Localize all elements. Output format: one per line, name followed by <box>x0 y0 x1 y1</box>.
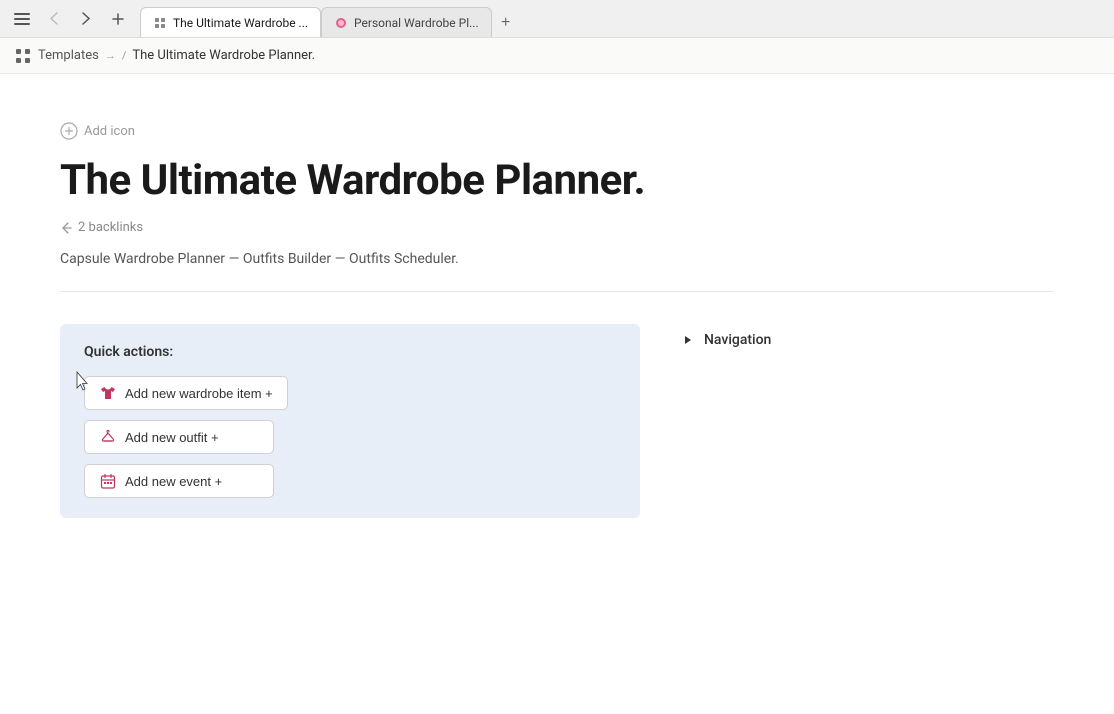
action-buttons: Add new wardrobe item + Add new outfit + <box>84 376 616 498</box>
add-outfit-button[interactable]: Add new outfit + <box>84 420 274 454</box>
add-icon-button-icon <box>60 122 78 140</box>
menu-icon <box>14 12 30 26</box>
new-tab-button[interactable] <box>104 5 132 33</box>
breadcrumb-templates-link[interactable]: Templates <box>38 48 99 63</box>
tab-personal-wardrobe[interactable]: Personal Wardrobe Pl... <box>321 7 492 37</box>
tab2-icon <box>334 16 348 30</box>
browser-chrome: The Ultimate Wardrobe ... Personal Wardr… <box>0 0 1114 38</box>
add-icon-label: Add icon <box>84 124 135 139</box>
quick-actions-title: Quick actions: <box>84 344 616 360</box>
add-wardrobe-item-label: Add new wardrobe item + <box>125 386 273 401</box>
backlinks-count: 2 backlinks <box>78 220 143 235</box>
page-content: Add icon The Ultimate Wardrobe Planner. … <box>0 74 1114 558</box>
backlinks-row[interactable]: 2 backlinks <box>60 220 1054 235</box>
calendar-icon <box>99 473 117 489</box>
breadcrumb-bar: Templates → / The Ultimate Wardrobe Plan… <box>0 38 1114 74</box>
add-icon-row[interactable]: Add icon <box>60 122 1054 140</box>
hanger-icon <box>99 429 117 445</box>
tabs-container: The Ultimate Wardrobe ... Personal Wardr… <box>140 0 1106 37</box>
breadcrumb-arrow: → <box>105 49 116 62</box>
quick-actions-card: Quick actions: Add new wardrobe item + <box>60 324 640 518</box>
page-subtitle: Capsule Wardrobe Planner — Outfits Build… <box>60 251 1054 292</box>
add-event-button[interactable]: Add new event + <box>84 464 274 498</box>
page-title: The Ultimate Wardrobe Planner. <box>60 156 1054 206</box>
tab1-icon <box>153 16 167 30</box>
navigation-toggle-icon <box>680 332 696 348</box>
forward-button[interactable] <box>72 5 100 33</box>
add-wardrobe-item-button[interactable]: Add new wardrobe item + <box>84 376 288 410</box>
navigation-section[interactable]: Navigation <box>680 324 771 348</box>
menu-button[interactable] <box>8 5 36 33</box>
plus-icon <box>112 13 124 25</box>
breadcrumb-current: The Ultimate Wardrobe Planner. <box>132 48 315 63</box>
forward-icon <box>82 12 90 25</box>
add-event-label: Add new event + <box>125 474 222 489</box>
tab1-title: The Ultimate Wardrobe ... <box>173 16 308 30</box>
navigation-label: Navigation <box>704 332 771 348</box>
add-outfit-label: Add new outfit + <box>125 430 219 445</box>
shirt-icon <box>99 385 117 401</box>
tab2-title: Personal Wardrobe Pl... <box>354 16 479 30</box>
breadcrumb-templates-icon <box>14 47 32 65</box>
add-tab-button[interactable]: + <box>492 9 520 37</box>
backlinks-icon <box>60 221 73 234</box>
breadcrumb-separator: / <box>122 49 127 62</box>
tab-ultimate-wardrobe[interactable]: The Ultimate Wardrobe ... <box>140 7 321 37</box>
back-icon <box>50 12 58 25</box>
nav-buttons <box>8 5 132 33</box>
back-button[interactable] <box>40 5 68 33</box>
content-grid: Quick actions: Add new wardrobe item + <box>60 324 1054 518</box>
